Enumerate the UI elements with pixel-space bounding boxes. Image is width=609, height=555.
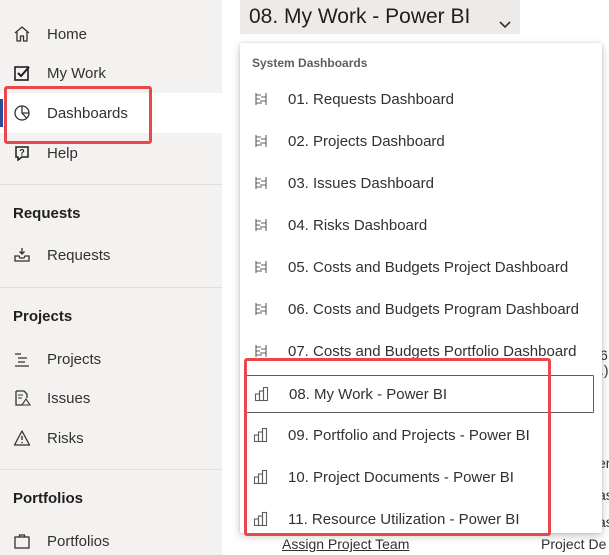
sidebar-item-risks[interactable]: Risks xyxy=(0,418,222,458)
sidebar-item-requests[interactable]: Requests xyxy=(0,235,222,275)
sidebar-item-help[interactable]: ? Help xyxy=(0,133,222,173)
sidebar-item-dashboards[interactable]: Dashboards xyxy=(0,93,222,133)
sidebar-item-portfolios[interactable]: Portfolios xyxy=(0,521,222,555)
dropdown-item-costs-budgets-project[interactable]: 05. Costs and Budgets Project Dashboard xyxy=(240,246,602,288)
section-title-requests: Requests xyxy=(13,205,81,222)
dropdown-item-resource-utilization-power-bi[interactable]: 11. Resource Utilization - Power BI xyxy=(240,498,602,540)
dashboard-icon xyxy=(252,342,270,360)
dashboard-icon xyxy=(252,90,270,108)
home-icon xyxy=(12,24,32,44)
sidebar-item-label: Risks xyxy=(47,429,84,447)
dashboard-icon xyxy=(252,132,270,150)
pie-chart-icon xyxy=(12,103,32,123)
dropdown-item-my-work-power-bi[interactable]: 08. My Work - Power BI xyxy=(244,375,594,413)
dashboard-icon xyxy=(252,258,270,276)
dashboard-icon xyxy=(252,216,270,234)
power-bi-icon xyxy=(252,468,270,486)
power-bi-icon xyxy=(252,510,270,528)
dropdown-item-label: 04. Risks Dashboard xyxy=(288,216,428,234)
sidebar-divider xyxy=(0,469,222,470)
dropdown-item-label: 08. My Work - Power BI xyxy=(289,385,448,403)
dropdown-item-label: 10. Project Documents - Power BI xyxy=(288,468,514,486)
dropdown-item-label: 11. Resource Utilization - Power BI xyxy=(288,510,520,528)
dropdown-item-projects-dashboard[interactable]: 02. Projects Dashboard xyxy=(240,120,602,162)
sidebar-item-label: Portfolios xyxy=(47,532,110,550)
help-icon: ? xyxy=(12,143,32,163)
dropdown-item-portfolio-projects-power-bi[interactable]: 09. Portfolio and Projects - Power BI xyxy=(240,414,602,456)
dropdown-item-costs-budgets-portfolio[interactable]: 07. Costs and Budgets Portfolio Dashboar… xyxy=(240,330,602,372)
inbox-icon xyxy=(12,245,32,265)
sidebar-divider xyxy=(0,184,222,185)
sidebar-divider xyxy=(0,287,222,288)
section-title-projects: Projects xyxy=(13,308,73,325)
sidebar-item-label: Help xyxy=(47,144,78,162)
dashboard-icon xyxy=(252,174,270,192)
power-bi-icon xyxy=(252,426,270,444)
dropdown-item-label: 03. Issues Dashboard xyxy=(288,174,434,192)
warning-icon xyxy=(12,428,32,448)
sidebar-item-label: My Work xyxy=(47,64,106,82)
dashboard-selector-button[interactable]: 08. My Work - Power BI xyxy=(240,0,520,34)
sidebar-item-issues[interactable]: Issues xyxy=(0,378,222,418)
sidebar-item-label: Requests xyxy=(47,246,111,264)
dashboard-dropdown-menu: System Dashboards 01. Requests Dashboard… xyxy=(240,43,602,533)
portfolio-icon xyxy=(12,531,32,551)
svg-text:?: ? xyxy=(19,148,25,158)
page-title: 08. My Work - Power BI xyxy=(249,5,471,28)
dropdown-item-risks-dashboard[interactable]: 04. Risks Dashboard xyxy=(240,204,602,246)
sidebar-item-home[interactable]: Home xyxy=(0,14,222,54)
dropdown-item-costs-budgets-program[interactable]: 06. Costs and Budgets Program Dashboard xyxy=(240,288,602,330)
dropdown-item-label: 07. Costs and Budgets Portfolio Dashboar… xyxy=(288,342,577,360)
dropdown-item-label: 06. Costs and Budgets Program Dashboard xyxy=(288,300,579,318)
sidebar-item-label: Issues xyxy=(47,389,91,407)
sidebar-item-label: Projects xyxy=(47,350,102,368)
sidebar-item-my-work[interactable]: My Work xyxy=(0,53,222,93)
chevron-down-icon xyxy=(498,12,512,29)
checkbox-icon xyxy=(12,63,32,83)
sidebar-item-projects[interactable]: Projects xyxy=(0,339,222,379)
sidebar: Home My Work Dashboards ? Help Requests … xyxy=(0,0,222,555)
dropdown-item-requests-dashboard[interactable]: 01. Requests Dashboard xyxy=(240,78,602,120)
issue-icon xyxy=(12,388,32,408)
dropdown-item-label: 05. Costs and Budgets Project Dashboard xyxy=(288,258,569,276)
dropdown-item-label: 09. Portfolio and Projects - Power BI xyxy=(288,426,530,444)
power-bi-icon xyxy=(253,385,271,403)
dropdown-item-label: 02. Projects Dashboard xyxy=(288,132,445,150)
task-list-icon xyxy=(12,349,32,369)
dropdown-item-label: 01. Requests Dashboard xyxy=(288,90,454,108)
sidebar-item-label: Home xyxy=(47,25,88,43)
dropdown-item-issues-dashboard[interactable]: 03. Issues Dashboard xyxy=(240,162,602,204)
dropdown-item-project-documents-power-bi[interactable]: 10. Project Documents - Power BI xyxy=(240,456,602,498)
sidebar-item-label: Dashboards xyxy=(47,104,128,122)
dashboard-icon xyxy=(252,300,270,318)
dropdown-group-header: System Dashboards xyxy=(252,56,368,70)
section-title-portfolios: Portfolios xyxy=(13,490,83,507)
